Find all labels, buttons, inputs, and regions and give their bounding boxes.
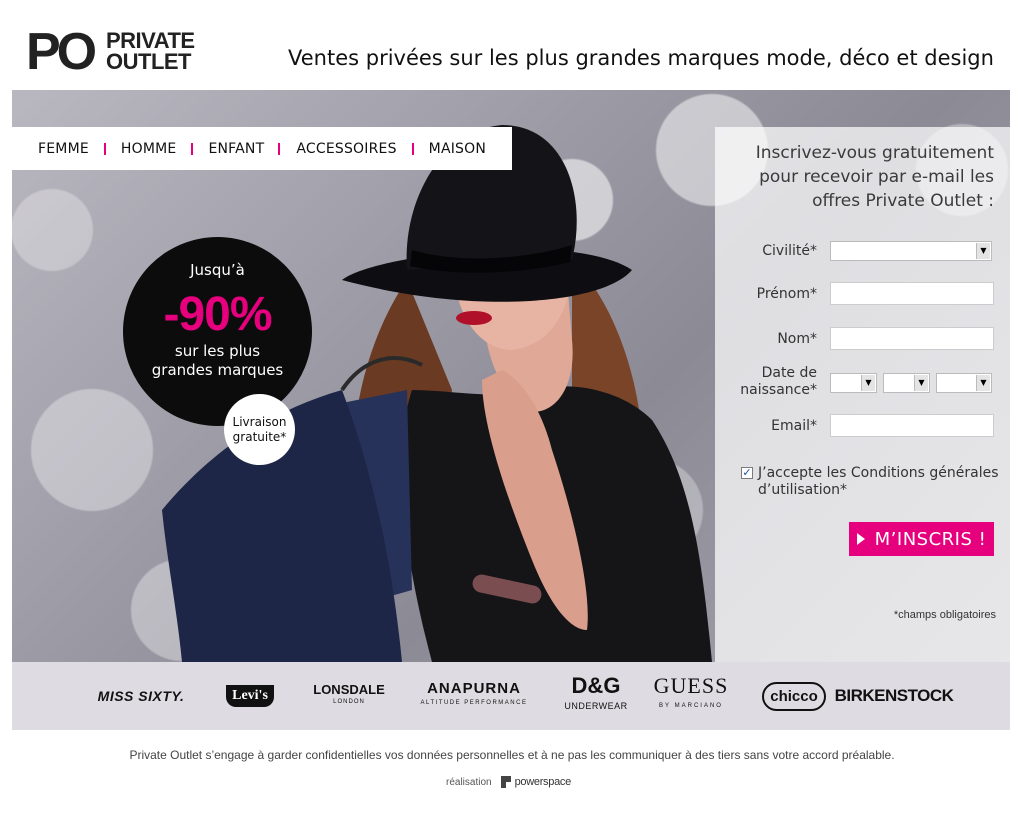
delivery-line-1: Livraison: [232, 414, 287, 429]
guess-name: GUESS: [653, 673, 729, 698]
credit-line: réalisation powerspace: [446, 775, 571, 789]
badge-upto-text: Jusqu’à: [190, 261, 245, 279]
logo-line-2: OUTLET: [106, 49, 191, 74]
birthdate-label: Date de naissance*: [740, 365, 817, 399]
logo-text: PRIVATE OUTLET: [106, 28, 195, 74]
dropdown-arrow-icon: ▼: [861, 375, 875, 391]
lonsdale-name: LONSDALE: [313, 682, 385, 697]
nav-item-enfant[interactable]: ENFANT: [208, 141, 264, 157]
birth-year-select[interactable]: ▼: [936, 373, 992, 393]
dropdown-arrow-icon: ▼: [976, 375, 990, 391]
nav-separator: [278, 142, 281, 155]
birthdate-label-line-2: naissance*: [740, 382, 817, 398]
lonsdale-sub: LONDON: [333, 699, 365, 705]
dropdown-arrow-icon: ▼: [914, 375, 928, 391]
subscribe-button-label: M’INSCRIS !: [874, 528, 987, 550]
nav-item-homme[interactable]: HOMME: [121, 141, 177, 157]
badge-brands-line-1: sur les plus: [174, 342, 261, 360]
delivery-line-2: gratuite*: [232, 429, 287, 444]
brand-logo-dg: D&G UNDERWEAR: [561, 662, 631, 730]
terms-checkbox[interactable]: ✓: [741, 467, 753, 479]
badge-discount: -90%: [163, 288, 272, 341]
subscribe-button[interactable]: M’INSCRIS !: [849, 522, 994, 556]
birth-day-select[interactable]: ▼: [830, 373, 877, 393]
firstname-label: Prénom*: [756, 286, 817, 302]
lastname-label: Nom*: [777, 331, 817, 347]
private-outlet-logo[interactable]: PO PRIVATE OUTLET: [26, 23, 206, 81]
nav-item-femme[interactable]: FEMME: [38, 141, 89, 157]
terms-text[interactable]: J’accepte les Conditions générales d’uti…: [758, 465, 1003, 499]
brand-logo-chicco: chicco: [760, 662, 828, 730]
dropdown-arrow-icon: ▼: [976, 243, 990, 259]
form-intro: Inscrivez-vous gratuitement pour recevoi…: [755, 143, 994, 211]
civility-select[interactable]: ▼: [830, 241, 992, 261]
brands-strip: MISS SIXTY. Levi's LONSDALE LONDON ANAPU…: [12, 662, 1010, 730]
nav-item-maison[interactable]: MAISON: [429, 141, 486, 157]
brand-logo-birkenstock: BIRKENSTOCK: [834, 686, 954, 705]
birth-month-select[interactable]: ▼: [883, 373, 930, 393]
logo-line-1: PRIVATE: [106, 28, 195, 53]
brand-logo-guess: GUESS BY MARCIANO: [646, 662, 736, 730]
birthdate-label-line-1: Date de: [761, 365, 817, 381]
levis-label: Levi's: [226, 685, 274, 707]
guess-sub: BY MARCIANO: [659, 703, 723, 709]
privacy-notice: Private Outlet s’engage à garder confide…: [129, 748, 895, 762]
category-nav: FEMME HOMME ENFANT ACCESSOIRES MAISON: [12, 127, 512, 170]
brand-logo-lonsdale: LONSDALE LONDON: [313, 662, 385, 730]
credit-brand[interactable]: powerspace: [515, 776, 572, 788]
email-input[interactable]: [830, 414, 994, 437]
anapurna-sub: ALTITUDE PERFORMANCE: [420, 700, 528, 706]
dg-name: D&G: [571, 673, 621, 698]
brand-logo-miss-sixty: MISS SIXTY.: [97, 688, 185, 704]
free-delivery-badge: Livraison gratuite*: [224, 394, 295, 465]
civility-label: Civilité*: [762, 243, 817, 259]
email-label: Email*: [771, 418, 817, 434]
discount-badge: Jusqu’à -90% sur les plus grandes marque…: [123, 237, 312, 426]
nav-item-accessoires[interactable]: ACCESSOIRES: [296, 141, 396, 157]
logo-mark: PO: [26, 23, 97, 81]
play-arrow-icon: [856, 533, 865, 545]
dg-sub: UNDERWEAR: [564, 701, 628, 711]
nav-separator: [191, 142, 194, 155]
powerspace-icon: [500, 776, 511, 788]
tagline: Ventes privées sur les plus grandes marq…: [288, 46, 994, 70]
anapurna-name: ANAPURNA: [427, 680, 521, 697]
brand-logo-levis: Levi's: [220, 662, 280, 730]
nav-separator: [103, 142, 106, 155]
brand-logo-anapurna: ANAPURNA ALTITUDE PERFORMANCE: [412, 662, 536, 730]
badge-brands-line-2: grandes marques: [151, 361, 284, 379]
required-fields-note: *champs obligatoires: [893, 609, 996, 621]
model-lips: [456, 311, 492, 325]
signup-form: Inscrivez-vous gratuitement pour recevoi…: [715, 127, 1010, 662]
badge-brands-text: sur les plus grandes marques: [123, 342, 312, 380]
lastname-input[interactable]: [830, 327, 994, 350]
chicco-label: chicco: [762, 681, 826, 711]
credit-label: réalisation: [446, 776, 492, 788]
firstname-input[interactable]: [830, 282, 994, 305]
nav-separator: [411, 142, 414, 155]
